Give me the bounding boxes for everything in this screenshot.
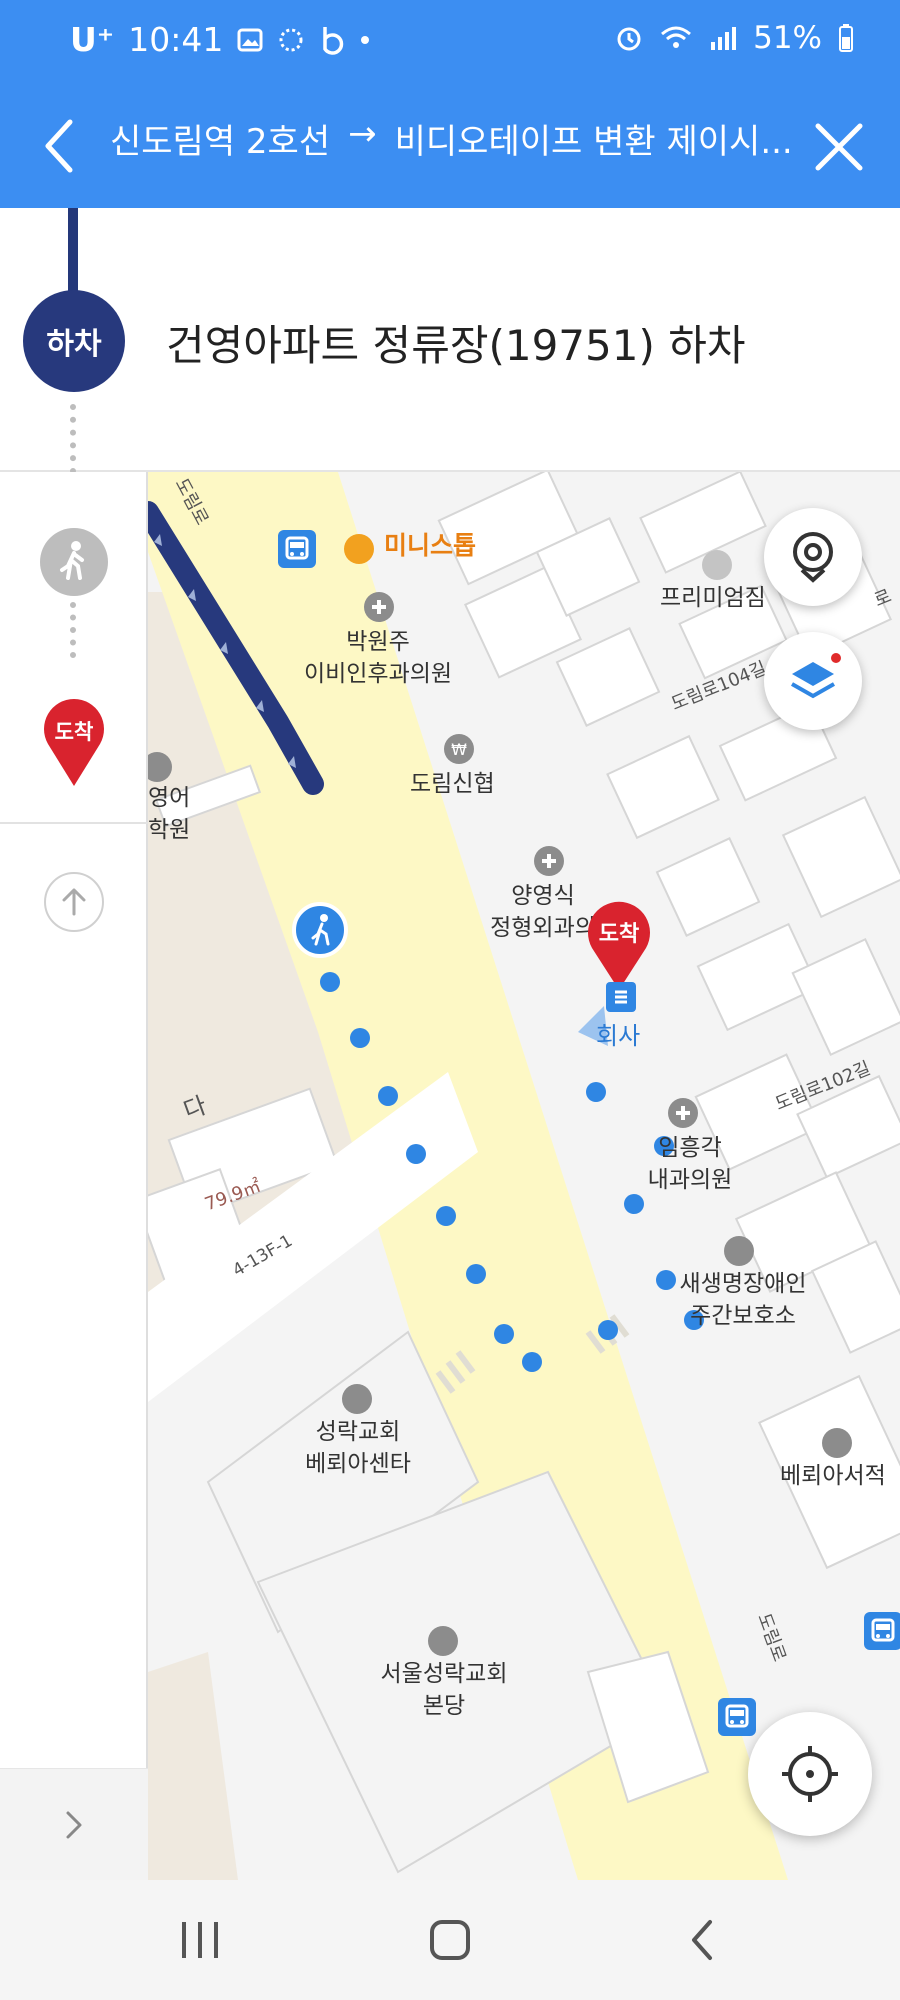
b-app-icon: [323, 26, 344, 55]
expand-panel-button[interactable]: [0, 1768, 148, 1880]
label-care-center[interactable]: 새생명장애인 주간보호소: [668, 1268, 818, 1332]
close-button[interactable]: [804, 112, 874, 182]
bank-icon: ₩: [444, 734, 474, 764]
bus-stop-icon[interactable]: [278, 530, 316, 568]
route-origin: 신도림역 2호선: [110, 122, 331, 162]
dot-icon: [361, 35, 370, 44]
alight-badge-label: 하차: [46, 327, 102, 362]
label-clinic-3-line1: 임흥각: [658, 1135, 722, 1161]
walk-dotted-line-2: [70, 602, 76, 658]
back-button[interactable]: [30, 108, 90, 184]
bookstore-icon: [822, 1428, 852, 1458]
chevron-right-icon: [66, 1811, 82, 1839]
gallery-icon: [237, 28, 263, 51]
stop-title: 건영아파트 정류장(19751) 하차: [166, 321, 746, 370]
bus-route-line: [68, 208, 78, 300]
route-summary: 신도림역 2호선 → 비디오테이프 변환 제이시...: [110, 114, 790, 163]
walk-step-icon: [40, 528, 108, 596]
hospital-icon: [534, 846, 564, 876]
crosshair-icon: [782, 1746, 838, 1802]
alarm-icon: [617, 27, 641, 51]
label-bank[interactable]: 도림신협: [410, 768, 495, 800]
company-icon: [606, 982, 636, 1012]
status-bar: U⁺ 10:41 51%: [0, 0, 900, 84]
sidebar-divider: [0, 822, 148, 824]
battery-icon: [839, 24, 853, 52]
label-church-main-line1: 서울성락교회: [380, 1661, 508, 1687]
scroll-up-button[interactable]: [44, 872, 104, 932]
label-company[interactable]: 회사: [596, 1020, 640, 1052]
hospital-icon: [364, 592, 394, 622]
street-view-button[interactable]: [764, 508, 862, 606]
system-nav-bar: [0, 1880, 900, 2000]
label-care-center-line2: 주간보호소: [690, 1303, 796, 1329]
church-icon: [428, 1626, 458, 1656]
my-location-button[interactable]: [748, 1712, 872, 1836]
label-church-main[interactable]: 서울성락교회 본당: [364, 1658, 524, 1722]
layers-button[interactable]: [764, 632, 862, 730]
route-header: 신도림역 2호선 → 비디오테이프 변환 제이시...: [0, 84, 900, 208]
label-english-academy-line2: 학원: [148, 817, 191, 843]
arrow-up-icon: [62, 888, 86, 916]
app-root: U⁺ 10:41 51% 신도림역 2호선 → 비디오테이프 변환 제이시...…: [0, 0, 900, 2000]
wifi-icon: [661, 26, 692, 48]
care-center-icon: [724, 1236, 754, 1266]
label-bookstore[interactable]: 베뢰아서적: [780, 1460, 886, 1492]
svg-text:₩: ₩: [451, 740, 467, 759]
street-view-icon: [793, 532, 833, 583]
status-left: U⁺ 10:41: [70, 20, 371, 59]
signal-icon: [711, 27, 737, 50]
system-back-button[interactable]: [664, 1910, 744, 1970]
route-arrow: →: [348, 114, 377, 154]
destination-pin-label: 도착: [598, 922, 640, 947]
hospital-icon: [668, 1098, 698, 1128]
label-church-center-line2: 베뢰아센타: [305, 1451, 411, 1477]
label-english-academy[interactable]: 영어 학원: [148, 782, 190, 846]
clock: 10:41: [128, 20, 224, 59]
label-english-academy-line1: 영어: [148, 785, 191, 811]
label-church-center[interactable]: 성락교회 베뢰아센타: [288, 1416, 428, 1480]
bus-stop-icon[interactable]: [864, 1612, 900, 1650]
gym-icon: [702, 550, 732, 580]
recent-apps-button[interactable]: [160, 1910, 240, 1970]
walking-person-icon: [60, 541, 84, 580]
church-icon: [342, 1384, 372, 1414]
home-button[interactable]: [410, 1910, 490, 1970]
map-view[interactable]: 미니스톱 박원주 이비인후과의원 ₩ 도림신협 프리미엄짐 영어 학원 양영식 …: [148, 472, 900, 1880]
label-church-main-line2: 본당: [422, 1693, 466, 1719]
alight-badge: 하차: [23, 290, 125, 392]
sync-icon: [279, 28, 303, 51]
battery-percent: 51%: [753, 20, 822, 56]
label-care-center-line1: 새생명장애인: [679, 1271, 807, 1297]
label-premium-gym[interactable]: 프리미엄짐: [660, 582, 766, 614]
label-clinic-3[interactable]: 임흥각 내과의원: [630, 1132, 750, 1196]
status-right: 51%: [615, 20, 854, 56]
walk-dotted-line: [70, 404, 76, 474]
convenience-store-icon: [344, 534, 374, 564]
label-clinic-1[interactable]: 박원주 이비인후과의원: [298, 626, 458, 690]
layers-icon: [791, 653, 841, 699]
carrier-label: U⁺: [70, 20, 115, 59]
label-clinic-1-line2: 이비인후과의원: [303, 661, 453, 687]
label-clinic-1-line1: 박원주: [346, 629, 410, 655]
label-church-center-line1: 성락교회: [315, 1419, 401, 1445]
label-clinic-3-line2: 내과의원: [647, 1167, 733, 1193]
route-destination: 비디오테이프 변환 제이시...: [394, 122, 790, 162]
label-ministop[interactable]: 미니스톱: [384, 530, 476, 562]
step-sidebar: 도착: [0, 472, 148, 1880]
arrive-badge-label: 도착: [54, 720, 94, 744]
